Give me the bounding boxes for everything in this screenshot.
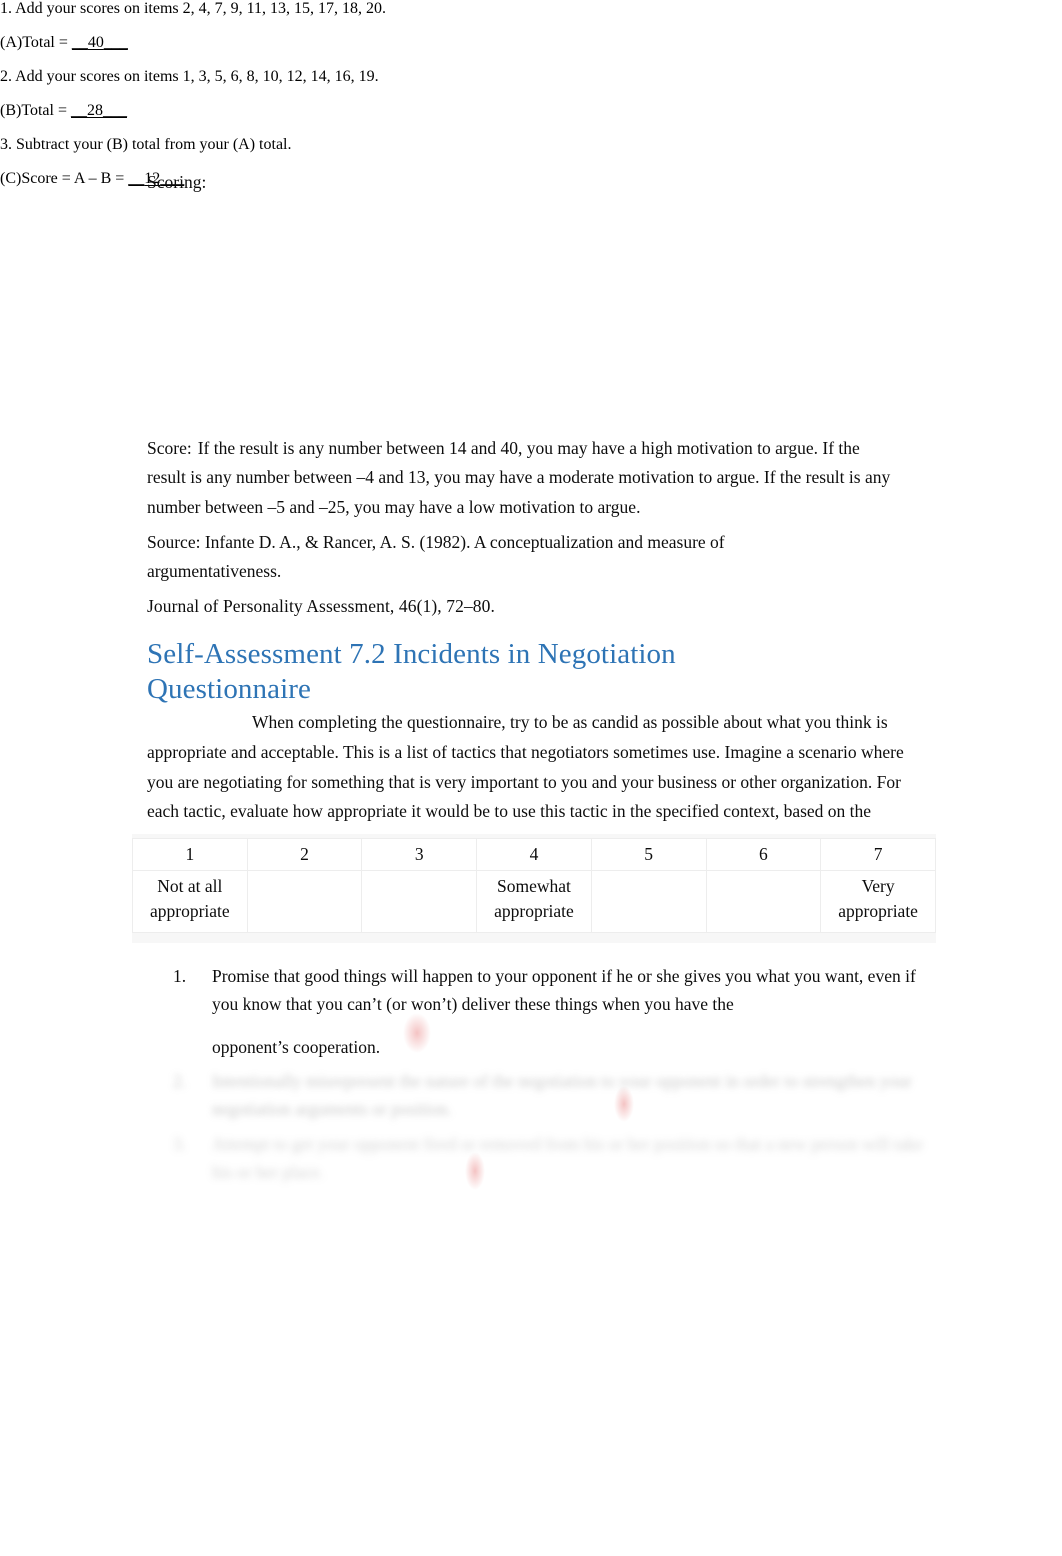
scale-label-cell-6	[705, 870, 822, 933]
score-interpretation-lead: Score:	[147, 438, 192, 458]
list-item: 2. Intentionally misrepresent the nature…	[170, 1067, 930, 1124]
list-item: 3. Attempt to get your opponent fired or…	[170, 1130, 930, 1187]
tactic-text-tail: opponent’s cooperation.	[212, 1036, 381, 1057]
scoring-step-1: 1. Add your scores on items 2, 4, 7, 9, …	[0, 0, 387, 17]
total-b-blank-after: ___	[103, 102, 127, 119]
score-c-prefix: (C)Score = A – B =	[0, 170, 129, 187]
score-interpretation-text: If the result is any number between 14 a…	[147, 438, 891, 517]
list-item: 1. Promise that good things will happen …	[170, 962, 930, 1061]
scale-label-cell-5	[590, 870, 707, 933]
scale-number-cell-4[interactable]: 4	[476, 838, 592, 871]
tactic-number: 2.	[173, 1071, 187, 1092]
tactic-text: Promise that good things will happen to …	[212, 966, 916, 1015]
scale-number-cell-7[interactable]: 7	[820, 838, 936, 871]
scale-label-row: Not at all appropriate Somewhat appropri…	[132, 870, 936, 933]
scale-number-row: 1 2 3 4 5 6 7	[132, 838, 936, 871]
scale-number-cell-5[interactable]: 5	[590, 838, 707, 871]
tactic-text: Intentionally misrepresent the nature of…	[212, 1071, 912, 1120]
total-a-prefix: (A)Total =	[0, 34, 72, 51]
total-b-prefix: (B)Total =	[0, 102, 71, 119]
scale-label-cell-1: Not at all appropriate	[132, 870, 248, 933]
scale-number-cell-1[interactable]: 1	[132, 838, 248, 871]
total-b-value: 28	[87, 102, 103, 119]
scale-number-cell-3[interactable]: 3	[361, 838, 478, 871]
page-title: Self-Assessment 7.2 Incidents in Negotia…	[147, 638, 676, 705]
score-c-blank-before: __	[128, 170, 145, 187]
rating-scale-table-wrapper: 1 2 3 4 5 6 7 Not at all appropriate Som…	[132, 834, 936, 943]
scale-label-cell-4: Somewhat appropriate	[476, 870, 592, 933]
total-b-blank-before: __	[71, 102, 87, 119]
scale-label-1: Not at all appropriate	[150, 876, 230, 921]
scale-number-cell-6[interactable]: 6	[705, 838, 822, 871]
score-interpretation-paragraph: Score: If the result is any number betwee…	[147, 434, 899, 522]
scale-label-cell-3	[361, 870, 478, 933]
scale-label-cell-7: Very appropriate	[820, 870, 936, 933]
scale-label-4: Somewhat appropriate	[494, 876, 574, 921]
scoring-score-c: (C)Score = A – B = __12___	[0, 170, 700, 188]
scoring-step-3: 3. Subtract your (B) total from your (A)…	[0, 136, 292, 153]
tactic-number: 3.	[173, 1133, 187, 1154]
tactic-text: Attempt to get your opponent fired or re…	[212, 1133, 924, 1183]
total-a-blank-after: ___	[103, 34, 128, 51]
scoring-total-b: (B)Total = __28___	[0, 102, 700, 120]
tactics-list: 1. Promise that good things will happen …	[170, 962, 930, 1192]
scale-label-7: Very appropriate	[838, 876, 918, 921]
scoring-step-2: 2. Add your scores on items 1, 3, 5, 6, …	[0, 68, 379, 85]
total-a-blank-before: __	[71, 34, 88, 51]
scale-number-cell-2[interactable]: 2	[246, 838, 363, 871]
total-a-value: 40	[87, 34, 104, 51]
tactic-number: 1.	[173, 966, 187, 986]
scale-label-cell-2	[246, 870, 363, 933]
scoring-steps-list: 1. Add your scores on items 2, 4, 7, 9, …	[0, 0, 700, 188]
document-page: Scoring: 1. Add your scores on items 2, …	[0, 0, 1062, 1556]
rating-scale-table: 1 2 3 4 5 6 7 Not at all appropriate Som…	[132, 838, 936, 933]
journal-citation: Journal of Personality Assessment, 46(1)…	[147, 596, 495, 616]
scoring-total-a: (A)Total = __40___	[0, 34, 700, 52]
source-citation: Source: Infante D. A., & Rancer, A. S. (…	[147, 532, 725, 582]
scoring-label: Scoring:	[147, 172, 207, 192]
